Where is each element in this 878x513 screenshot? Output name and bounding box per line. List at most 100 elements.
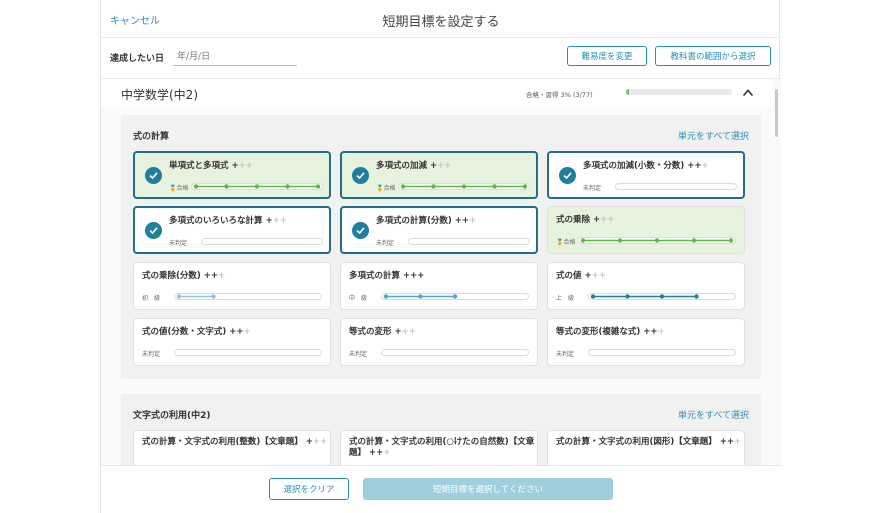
- pass-rate-fill: [626, 89, 630, 95]
- scrollbar[interactable]: [775, 89, 778, 137]
- level-mark: +: [265, 216, 273, 226]
- unit-status: 未判定: [583, 183, 601, 192]
- select-all-units-button[interactable]: 単元をすべて選択: [678, 408, 749, 421]
- unit-name-text: 多項式の加減: [376, 161, 430, 171]
- chevron-up-icon[interactable]: [742, 87, 754, 99]
- level-mark-dim: +: [243, 327, 251, 337]
- progress-track: [615, 183, 737, 190]
- level-mark: +: [305, 437, 313, 447]
- unit-name: 単項式と多項式 +++: [169, 159, 253, 171]
- modal: キャンセル 短期目標を設定する 達成したい日 難易度を変更 教科書の範囲から選択…: [100, 0, 781, 513]
- check-icon: [352, 167, 369, 184]
- level-mark: ++: [687, 161, 702, 171]
- level-mark: ++: [643, 327, 658, 337]
- unit-card[interactable]: 式の乗除 +++ 🏅合格: [547, 206, 745, 254]
- unit-card[interactable]: 多項式の加減(小数・分数) +++ 未判定: [547, 151, 745, 199]
- unit-card[interactable]: 単項式と多項式 +++ 🏅合格: [133, 151, 331, 199]
- progress-track: [381, 293, 529, 300]
- status-text: 未判定: [142, 351, 161, 358]
- status-text: 合格: [563, 239, 576, 246]
- unit-card[interactable]: 多項式のいろいろな計算 +++ 未判定: [133, 206, 331, 254]
- unit-name-text: 式の乗除(分数): [142, 271, 204, 281]
- unit-status: 🏅合格: [556, 237, 576, 246]
- clear-selection-button[interactable]: 選択をクリア: [269, 478, 349, 500]
- header: キャンセル 短期目標を設定する: [101, 0, 781, 38]
- unit-name: 多項式のいろいろな計算 +++: [169, 214, 287, 226]
- select-textbook-range-button[interactable]: 教科書の範囲から選択: [655, 46, 771, 66]
- unit-status: 未判定: [556, 349, 574, 358]
- level-mark: +++: [402, 271, 425, 281]
- unit-card[interactable]: 式の値 +++ 上 級: [547, 262, 745, 310]
- unit-card[interactable]: 式の乗除(分数) +++ 初 級: [133, 262, 331, 310]
- check-icon: [145, 167, 162, 184]
- status-text: 未判定: [349, 351, 368, 358]
- date-row: 達成したい日 難易度を変更 教科書の範囲から選択: [101, 38, 781, 78]
- section-title: 式の計算: [133, 132, 170, 142]
- unit-card[interactable]: 式の計算・文字式の利用(整数)【文章題】 +++: [133, 430, 331, 465]
- progress-track: [588, 349, 736, 356]
- status-text: 初 級: [142, 295, 161, 302]
- unit-name-text: 式の値: [556, 271, 585, 281]
- unit-list: 中学数学(中2) 合格・習得 3% (3/77) 式の計算 単元をすべて選択 単…: [101, 78, 781, 465]
- unit-name-text: 等式の変形(複雑な式): [556, 327, 644, 337]
- unit-card[interactable]: 等式の変形(複雑な式) +++ 未判定: [547, 318, 745, 366]
- status-text: 未判定: [169, 240, 188, 247]
- unit-card[interactable]: 式の計算・文字式の利用(図形)【文章題】 +++: [547, 430, 745, 465]
- status-text: 合格: [383, 185, 396, 192]
- unit-name: 多項式の加減 +++: [376, 159, 451, 171]
- progress-track: [578, 237, 736, 244]
- unit-card[interactable]: 等式の変形 +++ 未判定: [340, 318, 538, 366]
- unit-status: 未判定: [349, 349, 367, 358]
- unit-card[interactable]: 式の計算・文字式の利用(○けたの自然数)【文章題】 +++: [340, 430, 538, 465]
- pass-rate-bar: [626, 89, 732, 95]
- unit-card[interactable]: 多項式の加減 +++ 🏅合格: [340, 151, 538, 199]
- check-icon: [559, 167, 576, 184]
- page-title: 短期目標を設定する: [382, 15, 500, 30]
- unit-status: 未判定: [169, 238, 187, 247]
- unit-name: 式の値(分数・文字式) +++: [142, 325, 251, 337]
- progress-track: [191, 183, 323, 190]
- level-mark: +: [394, 327, 402, 337]
- unit-card[interactable]: 式の値(分数・文字式) +++ 未判定: [133, 318, 331, 366]
- check-icon: [352, 222, 369, 239]
- unit-name-text: 多項式のいろいろな計算: [169, 216, 266, 226]
- level-mark-dim: +: [468, 216, 477, 226]
- select-all-units-button[interactable]: 単元をすべて選択: [678, 129, 749, 142]
- unit-name: 式の計算・文字式の利用(図形)【文章題】 +++: [556, 437, 742, 448]
- unit-name-text: 式の計算・文字式の利用(整数)【文章題】: [142, 437, 306, 447]
- unit-name-text: 多項式の計算: [349, 271, 403, 281]
- status-text: 未判定: [583, 185, 602, 192]
- unit-status: 上 級: [556, 293, 574, 302]
- unit-status: 🏅合格: [169, 183, 189, 192]
- unit-card[interactable]: 多項式の計算 +++ 中 級: [340, 262, 538, 310]
- unit-name: 式の計算・文字式の利用(整数)【文章題】 +++: [142, 437, 328, 448]
- unit-name: 式の乗除(分数) +++: [142, 269, 225, 281]
- unit-card[interactable]: 多項式の計算(分数) +++ 未判定: [340, 206, 538, 254]
- unit-status: 🏅合格: [376, 183, 396, 192]
- change-difficulty-button[interactable]: 難易度を変更: [567, 46, 647, 66]
- level-mark: ++: [203, 271, 218, 281]
- subject-header[interactable]: 中学数学(中2) 合格・習得 3% (3/77): [101, 79, 773, 107]
- progress-track: [381, 349, 529, 356]
- level-mark-dim: ++: [401, 327, 416, 337]
- level-mark: +: [231, 161, 239, 171]
- unit-name-text: 多項式の計算(分数): [376, 216, 455, 226]
- progress-track: [174, 293, 322, 300]
- level-mark: ++: [719, 437, 734, 447]
- level-mark-dim: +: [217, 271, 226, 281]
- status-text: 上 級: [556, 295, 575, 302]
- unit-status: 初 級: [142, 293, 160, 302]
- level-mark-dim: +: [657, 327, 665, 337]
- status-text: 未判定: [556, 351, 575, 358]
- level-mark: ++: [229, 327, 244, 337]
- subject-name: 中学数学(中2): [121, 88, 198, 102]
- level-mark-dim: +: [701, 161, 709, 171]
- status-text: 合格: [176, 185, 189, 192]
- unit-name: 式の値 +++: [556, 269, 606, 281]
- level-mark-dim: ++: [600, 215, 615, 225]
- unit-name: 式の乗除 +++: [556, 213, 614, 225]
- submit-goal-button[interactable]: 短期目標を選択してください: [363, 478, 613, 500]
- target-date-input[interactable]: [173, 48, 297, 66]
- unit-name: 等式の変形(複雑な式) +++: [556, 325, 665, 337]
- level-mark-dim: ++: [238, 161, 253, 171]
